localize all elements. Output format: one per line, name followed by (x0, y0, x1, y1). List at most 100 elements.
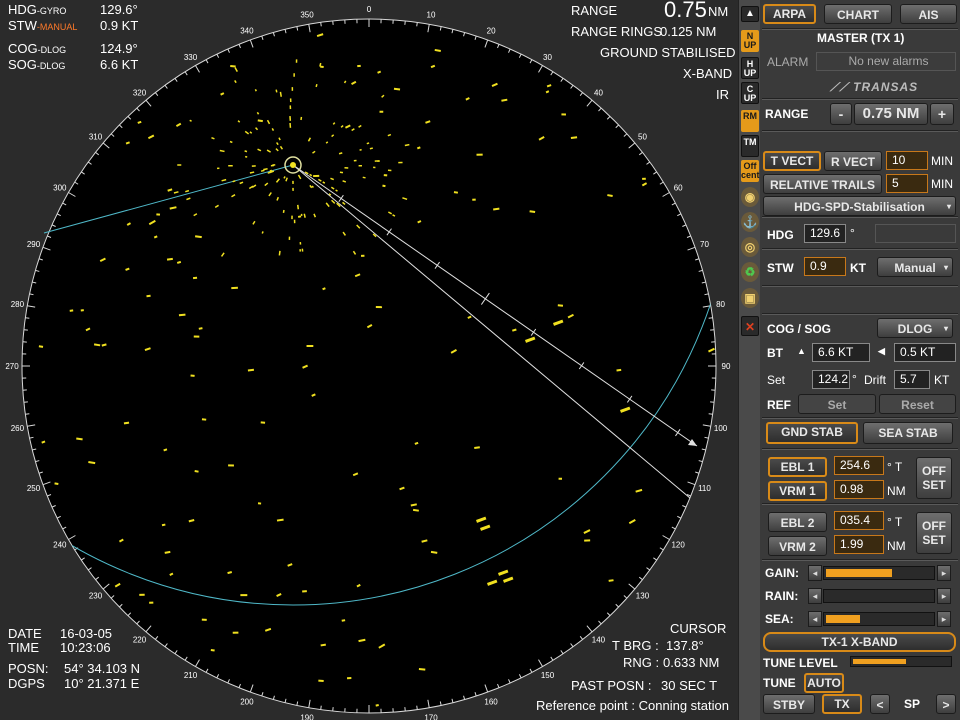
bearing-label: 140 (592, 635, 606, 644)
vector-time-input[interactable]: 10 (886, 151, 928, 170)
set-ref-button[interactable]: Set (798, 394, 876, 414)
ebl1-button[interactable]: EBL 1 (768, 457, 827, 477)
bearing-label: 10 (427, 10, 436, 19)
radar-echo (299, 249, 302, 252)
bearing-label: 50 (638, 133, 647, 142)
radar-echo (217, 167, 220, 170)
rain-increase-icon[interactable]: ▸ (937, 588, 951, 604)
vrm2-unit: NM (887, 539, 906, 553)
radar-ppi[interactable]: 0 10 20 30 40 50 60 70 80 90 100 110 120 130 140 150 160… (0, 0, 738, 720)
heading-value: 129.6° (100, 2, 138, 17)
radar-echo (379, 110, 384, 113)
mute-speaker-icon[interactable]: ✕ (741, 316, 759, 336)
radar-echo (292, 180, 294, 184)
trails-time-unit: MIN (931, 177, 953, 191)
tab-chart[interactable]: CHART (824, 4, 892, 24)
off-centre-button[interactable]: Off cent (741, 160, 760, 182)
copy-icon[interactable]: ▣ (741, 288, 759, 308)
ebl2-off-set-button[interactable]: OFF SET (916, 512, 952, 554)
range-decrease-button[interactable]: - (830, 103, 852, 125)
bearing-label: 270 (5, 362, 19, 371)
ebl2-value[interactable]: 035.4 (834, 511, 884, 530)
ebl1-value[interactable]: 254.6 (834, 456, 884, 475)
next-button[interactable]: > (936, 694, 956, 714)
chevron-down-icon: ▾ (943, 263, 948, 272)
gain-increase-icon[interactable]: ▸ (937, 565, 951, 581)
sea-increase-icon[interactable]: ▸ (937, 611, 951, 627)
radar-echo (232, 631, 239, 634)
rain-decrease-icon[interactable]: ◂ (808, 588, 822, 604)
true-vector-button[interactable]: T VECT (763, 151, 821, 171)
radar-display[interactable]: 0 10 20 30 40 50 60 70 80 90 100 110 120 130 140 150 160… (0, 0, 738, 720)
cursor-bearing-label: T BRG : (612, 638, 659, 653)
sea-slider[interactable] (823, 612, 935, 626)
bt-speed-value: 6.6 KT (812, 343, 870, 362)
bearing-label: 200 (240, 697, 254, 706)
posn-value: 54° 34.103 N (64, 661, 141, 676)
radar-screen: 0 10 20 30 40 50 60 70 80 90 100 110 120 130 140 150 160… (0, 0, 960, 720)
relative-motion-button[interactable]: RM (741, 110, 759, 132)
true-motion-button[interactable]: TM (741, 135, 759, 157)
tab-arpa[interactable]: ARPA (763, 4, 816, 24)
vrm1-value[interactable]: 0.98 (834, 480, 884, 499)
previous-button[interactable]: < (870, 694, 890, 714)
radar-echo (251, 165, 256, 167)
collapse-arrow-icon[interactable]: ▲ (741, 6, 759, 22)
range-increase-button[interactable]: + (930, 103, 954, 125)
date-value: 16-03-05 (60, 626, 113, 641)
bearing-label: 210 (184, 671, 198, 680)
vrm2-button[interactable]: VRM 2 (768, 536, 827, 556)
gain-decrease-icon[interactable]: ◂ (808, 565, 822, 581)
target-circle-icon[interactable]: ◉ (741, 187, 759, 207)
bearing-label: 90 (722, 362, 731, 371)
sea-decrease-icon[interactable]: ◂ (808, 611, 822, 627)
bearing-label: 230 (89, 591, 103, 600)
bearing-label: 320 (133, 89, 147, 98)
relative-vector-button[interactable]: R VECT (824, 151, 882, 171)
recycle-icon[interactable]: ♻ (741, 262, 759, 282)
sog-value: 6.6 KT (100, 57, 139, 72)
stabilisation-dropdown[interactable]: HDG-SPD-Stabilisation ▾ (763, 196, 956, 216)
transmit-button[interactable]: TX (822, 694, 862, 714)
head-up-button[interactable]: H UP (741, 57, 759, 79)
vrm1-unit: NM (887, 484, 906, 498)
vrm1-button[interactable]: VRM 1 (768, 481, 827, 501)
bearing-label: 130 (636, 591, 650, 600)
past-posn-value: 30 SEC T (661, 678, 718, 693)
standby-button[interactable]: STBY (763, 694, 815, 714)
stw-source-dropdown[interactable]: Manual ▾ (877, 257, 953, 277)
radar-echo (347, 677, 352, 680)
ebl2-button[interactable]: EBL 2 (768, 512, 827, 532)
zoom-rings-icon[interactable]: ◎ (741, 237, 759, 257)
tune-auto-button[interactable]: AUTO (804, 673, 844, 693)
bt-label: BT (767, 346, 783, 360)
course-up-button[interactable]: C UP (741, 82, 759, 104)
ebl1-off-set-button[interactable]: OFF SET (916, 457, 952, 499)
bearing-label: 350 (300, 10, 314, 19)
bearing-label: 0 (367, 5, 372, 14)
band-status: X-BAND (683, 66, 733, 81)
gain-slider[interactable] (823, 566, 935, 580)
rain-slider[interactable] (823, 589, 935, 603)
radar-echo (270, 164, 275, 167)
bearing-tick (25, 317, 30, 319)
tab-ais[interactable]: AIS (900, 4, 957, 24)
reference-point: Reference point : Conning station (536, 698, 729, 713)
radar-echo (295, 59, 298, 63)
bearing-tick (708, 413, 713, 415)
reset-ref-button[interactable]: Reset (879, 394, 956, 414)
relative-trails-button[interactable]: RELATIVE TRAILS (763, 174, 882, 194)
transceiver-button[interactable]: TX-1 X-BAND (763, 632, 956, 652)
trails-time-input[interactable]: 5 (886, 174, 928, 193)
ir-status: IR (716, 87, 729, 102)
anchor-icon[interactable]: ⚓ (741, 212, 759, 232)
vrm2-value[interactable]: 1.99 (834, 535, 884, 554)
bearing-label: 290 (27, 240, 41, 249)
sea-slider-fill (826, 615, 860, 623)
range-value-display: 0.75 NM (854, 103, 928, 125)
sea-stab-button[interactable]: SEA STAB (863, 422, 953, 444)
cog-sog-source-dropdown[interactable]: DLOG ▾ (877, 318, 953, 338)
north-up-button[interactable]: N UP (741, 30, 759, 52)
ground-stab-button[interactable]: GND STAB (766, 422, 858, 444)
stw-input[interactable]: 0.9 (804, 257, 846, 276)
